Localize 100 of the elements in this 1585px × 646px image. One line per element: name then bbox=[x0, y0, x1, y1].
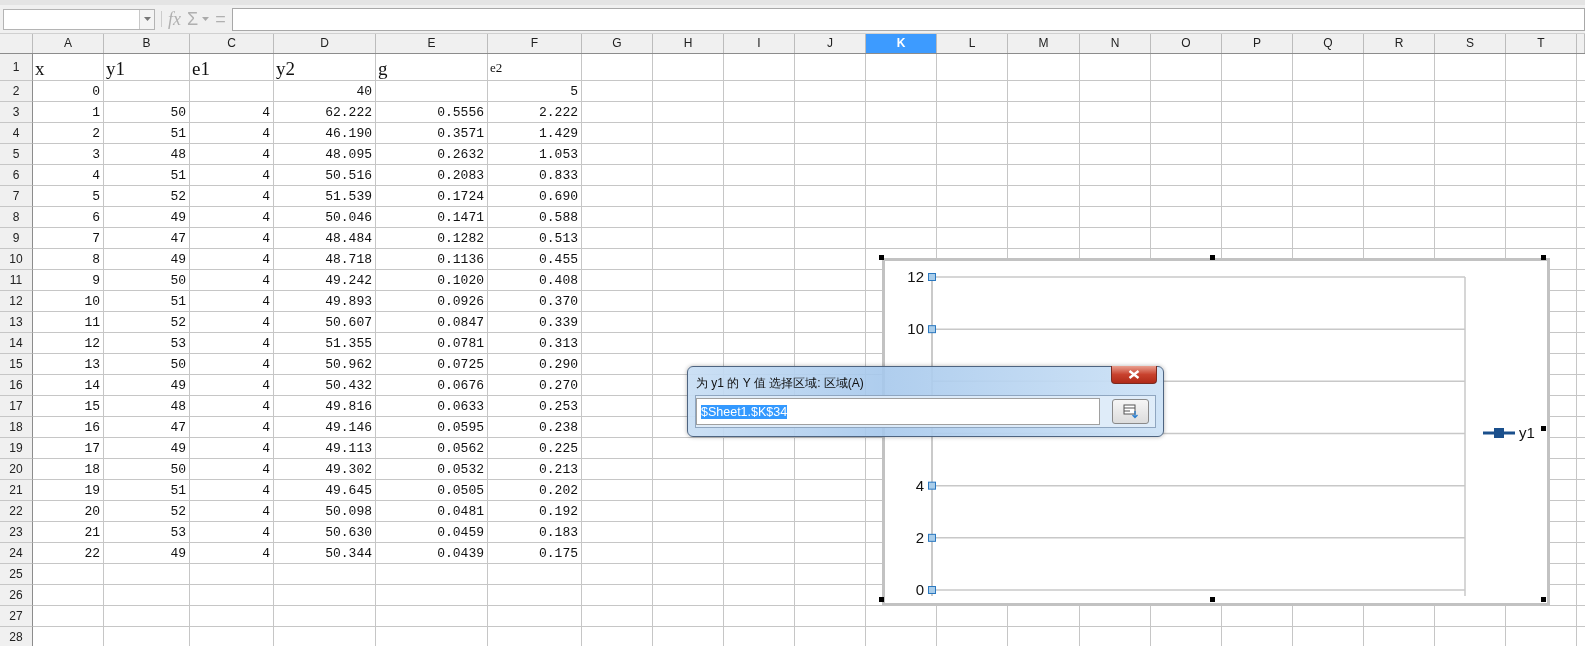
column-header[interactable]: G bbox=[582, 34, 653, 53]
row-header[interactable]: 25 bbox=[0, 564, 33, 585]
table-cell: 4 bbox=[262, 189, 270, 204]
table-cell: 4 bbox=[262, 420, 270, 435]
column-header[interactable]: Q bbox=[1293, 34, 1364, 53]
table-cell: 16 bbox=[84, 420, 100, 435]
table-cell: 49 bbox=[170, 252, 186, 267]
table-cell: 4 bbox=[262, 378, 270, 393]
table-cell: 21 bbox=[84, 525, 100, 540]
selection-handle[interactable] bbox=[879, 597, 884, 602]
table-cell: 0.2083 bbox=[437, 168, 484, 183]
row-header[interactable]: 18 bbox=[0, 417, 33, 438]
column-header[interactable]: M bbox=[1008, 34, 1080, 53]
row-header[interactable]: 16 bbox=[0, 375, 33, 396]
axis-selection-markers[interactable] bbox=[928, 273, 936, 594]
table-cell: 47 bbox=[170, 420, 186, 435]
collapse-icon bbox=[1122, 404, 1139, 419]
table-cell: 20 bbox=[84, 504, 100, 519]
column-header[interactable]: H bbox=[653, 34, 724, 53]
table-cell: 53 bbox=[170, 525, 186, 540]
table-cell: 51.539 bbox=[325, 189, 372, 204]
table-cell: 49 bbox=[170, 210, 186, 225]
row-header[interactable]: 15 bbox=[0, 354, 33, 375]
row-header[interactable]: 28 bbox=[0, 627, 33, 646]
row-header[interactable]: 2 bbox=[0, 81, 33, 102]
name-box[interactable] bbox=[3, 8, 155, 30]
dropdown-button[interactable] bbox=[139, 9, 154, 29]
row-header[interactable]: 10 bbox=[0, 249, 33, 270]
row-header[interactable]: 21 bbox=[0, 480, 33, 501]
row-header[interactable]: 22 bbox=[0, 501, 33, 522]
row-header[interactable]: 3 bbox=[0, 102, 33, 123]
column-header[interactable]: P bbox=[1222, 34, 1293, 53]
row-header[interactable]: 4 bbox=[0, 123, 33, 144]
column-header[interactable]: R bbox=[1364, 34, 1435, 53]
table-cell: 0.1471 bbox=[437, 210, 484, 225]
axis-tick-label: 4 bbox=[915, 476, 924, 494]
table-cell: 49 bbox=[170, 441, 186, 456]
column-header[interactable]: A bbox=[33, 34, 104, 53]
selection-handle[interactable] bbox=[1210, 597, 1215, 602]
row-header[interactable]: 11 bbox=[0, 270, 33, 291]
row-header[interactable]: 14 bbox=[0, 333, 33, 354]
table-cell: 48 bbox=[170, 399, 186, 414]
table-cell: 0.0459 bbox=[437, 525, 484, 540]
table-cell: 1 bbox=[92, 105, 100, 120]
selection-handle[interactable] bbox=[1210, 255, 1215, 260]
table-cell: 4 bbox=[262, 294, 270, 309]
table-cell: 0.192 bbox=[539, 504, 578, 519]
column-header[interactable]: S bbox=[1435, 34, 1506, 53]
column-header[interactable]: D bbox=[274, 34, 376, 53]
column-header[interactable]: F bbox=[488, 34, 582, 53]
row-header[interactable]: 24 bbox=[0, 543, 33, 564]
table-cell: 4 bbox=[262, 231, 270, 246]
table-cell: 4 bbox=[92, 168, 100, 183]
row-header[interactable]: 9 bbox=[0, 228, 33, 249]
row-header[interactable]: 23 bbox=[0, 522, 33, 543]
table-cell: 52 bbox=[170, 189, 186, 204]
column-header[interactable]: L bbox=[937, 34, 1008, 53]
table-cell: 11 bbox=[84, 315, 100, 330]
column-header[interactable]: N bbox=[1080, 34, 1151, 53]
selection-handle[interactable] bbox=[1541, 597, 1546, 602]
table-cell: 2 bbox=[92, 126, 100, 141]
table-cell: 0.0562 bbox=[437, 441, 484, 456]
table-cell: e2 bbox=[490, 59, 503, 76]
shrink-button[interactable] bbox=[1112, 399, 1149, 424]
row-header[interactable]: 17 bbox=[0, 396, 33, 417]
row-header[interactable]: 12 bbox=[0, 291, 33, 312]
row-header[interactable]: 20 bbox=[0, 459, 33, 480]
table-cell: 0.202 bbox=[539, 483, 578, 498]
column-header[interactable]: I bbox=[724, 34, 795, 53]
column-header[interactable]: T bbox=[1506, 34, 1577, 53]
row-header[interactable]: 1 bbox=[0, 54, 33, 81]
table-cell: 0.183 bbox=[539, 525, 578, 540]
row-header[interactable]: 19 bbox=[0, 438, 33, 459]
table-cell: 0.0481 bbox=[437, 504, 484, 519]
row-header[interactable]: 27 bbox=[0, 606, 33, 627]
table-cell: 49.146 bbox=[325, 420, 372, 435]
table-cell: 50 bbox=[170, 462, 186, 477]
table-cell: 0.408 bbox=[539, 273, 578, 288]
selection-handle[interactable] bbox=[1541, 426, 1546, 431]
row-header[interactable]: 5 bbox=[0, 144, 33, 165]
chart-frame[interactable]: 0 2 4 10 12 y1 bbox=[882, 258, 1550, 606]
column-header[interactable]: B bbox=[104, 34, 190, 53]
table-cell: 18 bbox=[84, 462, 100, 477]
table-cell: 50.962 bbox=[325, 357, 372, 372]
row-header[interactable]: 13 bbox=[0, 312, 33, 333]
selection-handle[interactable] bbox=[879, 255, 884, 260]
table-cell: 49.113 bbox=[325, 441, 372, 456]
column-header[interactable]: E bbox=[376, 34, 488, 53]
selection-handle[interactable] bbox=[1541, 255, 1546, 260]
row-header[interactable]: 26 bbox=[0, 585, 33, 606]
table-cell: 0.833 bbox=[539, 168, 578, 183]
formula-input[interactable] bbox=[231, 7, 1585, 31]
table-cell: 0.0532 bbox=[437, 462, 484, 477]
row-header[interactable]: 6 bbox=[0, 165, 33, 186]
column-header[interactable]: O bbox=[1151, 34, 1222, 53]
close-button[interactable] bbox=[1111, 366, 1157, 384]
row-header[interactable]: 7 bbox=[0, 186, 33, 207]
row-header[interactable]: 8 bbox=[0, 207, 33, 228]
table-cell: 48.484 bbox=[325, 231, 372, 246]
column-header[interactable]: C bbox=[190, 34, 274, 53]
